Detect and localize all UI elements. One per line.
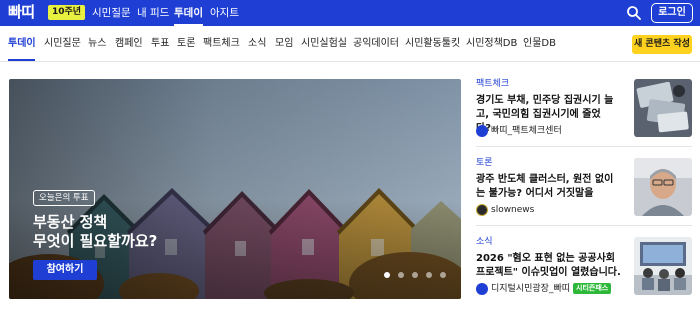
hero-title: 부동산 정책 무엇이 필요할까요? [33, 213, 233, 251]
carousel-dot-1[interactable] [384, 272, 390, 278]
category-tab-vote[interactable]: 투표 [151, 37, 169, 51]
article-card[interactable]: 소식 2026 "혐오 표현 없는 공공사회 프로젝트" 이슈밋업이 열렸습니다… [476, 237, 692, 295]
carousel-dot-5[interactable] [440, 272, 446, 278]
category-tab-debate[interactable]: 토론 [177, 37, 195, 51]
top-navigation-bar: 빠띠 10주년 시민질문 내 피드 투데이 아지트 로그인 [0, 0, 700, 26]
category-tab-citizen-question[interactable]: 시민질문 [44, 37, 81, 51]
active-tab-indicator [8, 59, 35, 61]
article-author[interactable]: 빠띠_팩트체크센터 [476, 125, 562, 137]
parti-logo-icon [476, 283, 488, 295]
category-tab-toolkit[interactable]: 시민활동툴킷 [405, 37, 460, 51]
author-name: slownews [491, 205, 535, 215]
article-category[interactable]: 소식 [476, 237, 493, 248]
author-name: 디지털시민광장_빠띠 [491, 284, 571, 294]
topnav-item-agit[interactable]: 아지트 [210, 0, 239, 26]
category-tab-policy-db[interactable]: 시민정책DB [466, 37, 517, 51]
login-button[interactable]: 로그인 [651, 3, 693, 23]
category-tab-campaign[interactable]: 캠페인 [115, 37, 143, 51]
category-tab-factcheck[interactable]: 팩트체크 [203, 37, 240, 51]
article-thumbnail[interactable] [634, 158, 692, 216]
anniversary-badge: 10주년 [48, 5, 86, 20]
article-thumbnail[interactable] [634, 79, 692, 137]
article-author[interactable]: 디지털시민광장_빠띠 시티즌패스 [476, 283, 612, 295]
hero-tag: 오늘은의 투표 [33, 190, 95, 206]
category-tab-meetup[interactable]: 모임 [275, 37, 293, 51]
citizen-pass-badge: 시티즌패스 [573, 283, 612, 294]
article-category[interactable]: 토론 [476, 158, 493, 169]
article-author[interactable]: slownews [476, 204, 534, 216]
category-tab-notice[interactable]: 소식 [248, 37, 266, 51]
category-bar: 투데이 시민질문 뉴스 캠페인 투표 토론 팩트체크 소식 모임 시민실험실 공… [0, 26, 700, 62]
topnav-item-my-feed[interactable]: 내 피드 [137, 0, 169, 26]
topnav-item-today[interactable]: 투데이 [174, 0, 203, 26]
hero-title-line-1: 부동산 정책 [33, 213, 108, 231]
author-name: 빠띠_팩트체크센터 [491, 126, 562, 136]
hero-title-line-2: 무엇이 필요할까요? [33, 232, 158, 250]
search-icon[interactable] [626, 5, 642, 21]
article-card[interactable]: 토론 광주 반도체 클러스터, 원전 없이는 불가능? 어디서 거짓말을 slo… [476, 158, 692, 216]
topnav-item-citizen-question[interactable]: 시민질문 [92, 0, 131, 26]
carousel-dot-2[interactable] [398, 272, 404, 278]
article-title[interactable]: 광주 반도체 클러스터, 원전 없이는 불가능? 어디서 거짓말을 [476, 173, 614, 201]
article-divider [476, 225, 692, 226]
category-tab-news[interactable]: 뉴스 [88, 37, 106, 51]
category-tab-today[interactable]: 투데이 [8, 37, 36, 51]
carousel-dot-3[interactable] [412, 272, 418, 278]
hero-banner[interactable]: 오늘은의 투표 부동산 정책 무엇이 필요할까요? 참여하기 [9, 79, 461, 299]
new-content-button[interactable]: 새 콘텐츠 작성 [632, 35, 692, 54]
participate-button[interactable]: 참여하기 [33, 260, 97, 280]
carousel-dot-4[interactable] [426, 272, 432, 278]
category-tab-people-db[interactable]: 인물DB [523, 37, 556, 51]
article-card[interactable]: 팩트체크 경기도 부채, 민주당 집권시기 늘고, 국민의힘 집권시기에 줄었다… [476, 79, 692, 137]
article-thumbnail[interactable] [634, 237, 692, 295]
parti-logo-icon [476, 125, 488, 137]
site-logo[interactable]: 빠띠 [8, 4, 35, 21]
slownews-logo-icon [476, 204, 488, 216]
article-divider [476, 146, 692, 147]
category-tab-public-data[interactable]: 공익데이터 [353, 37, 399, 51]
article-category[interactable]: 팩트체크 [476, 79, 509, 90]
article-title[interactable]: 2026 "혐오 표현 없는 공공사회 프로젝트" 이슈밋업이 열렸습니다. [476, 252, 626, 280]
category-tab-citizen-lab[interactable]: 시민실험실 [301, 37, 347, 51]
